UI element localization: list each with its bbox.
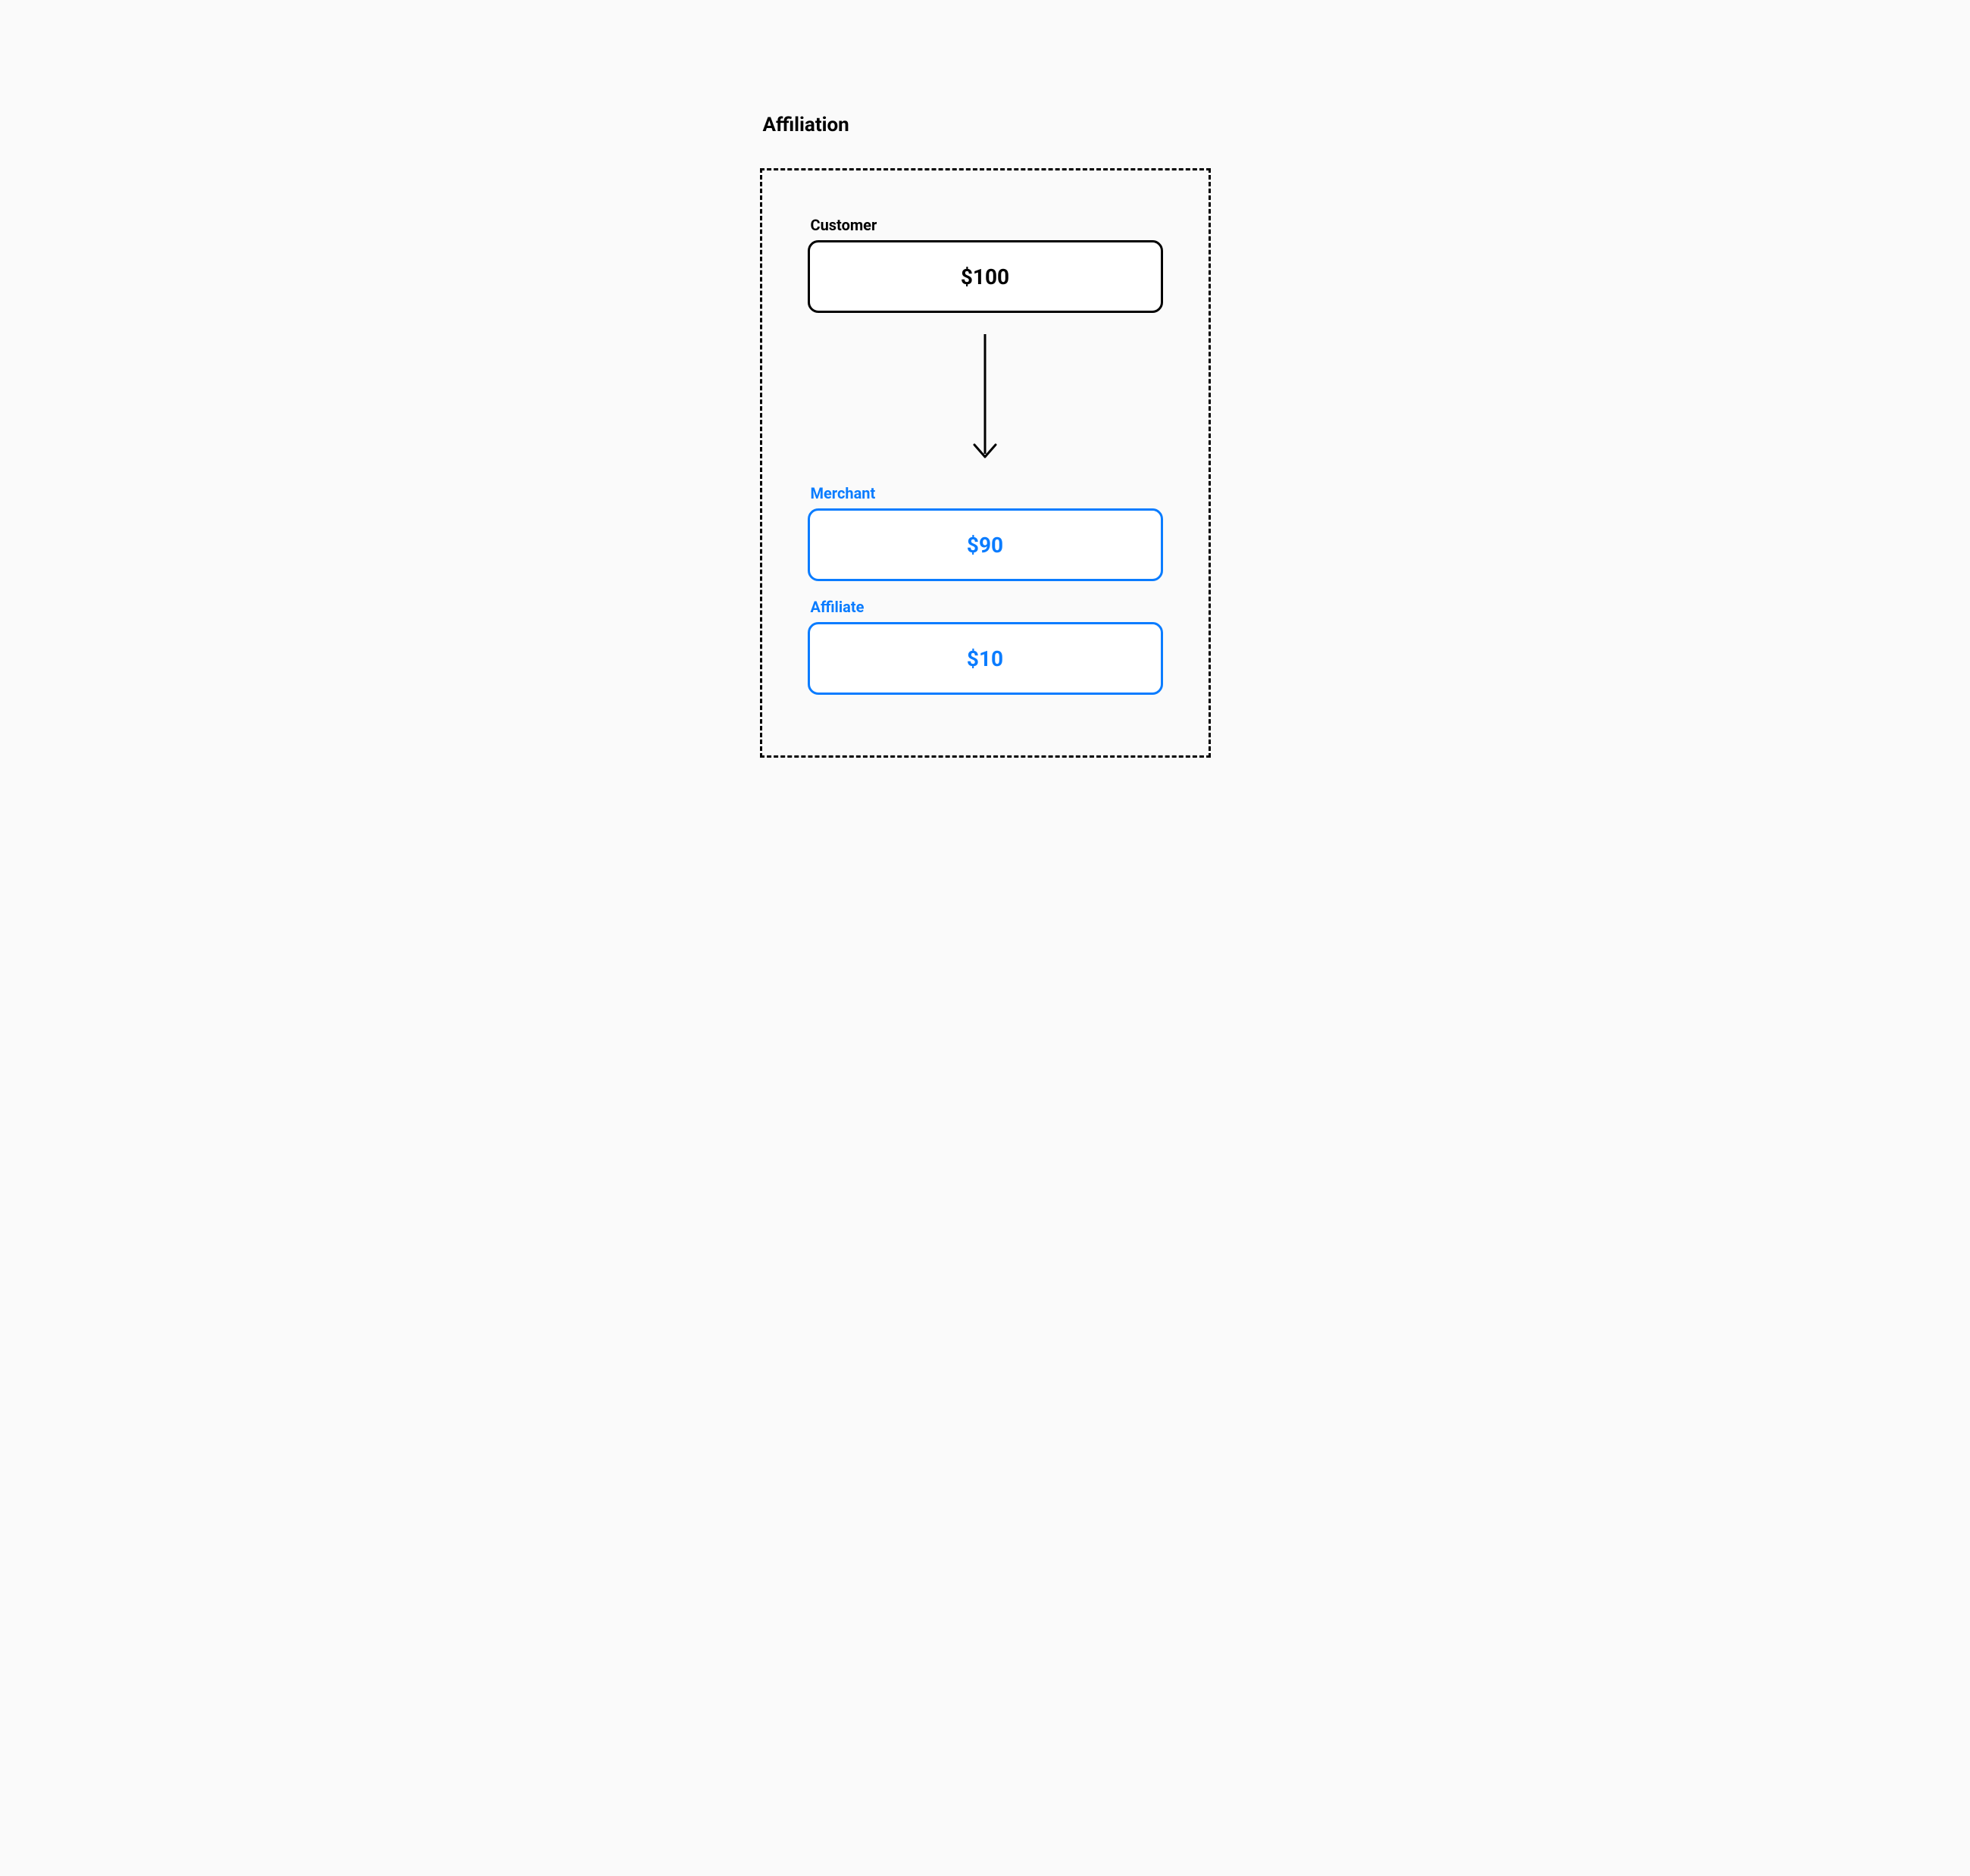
affiliate-amount: $10 xyxy=(967,646,1003,671)
merchant-amount-box: $90 xyxy=(808,508,1163,581)
spacer xyxy=(808,581,1163,598)
affiliate-label: Affiliate xyxy=(808,598,1163,616)
down-arrow-icon xyxy=(970,334,1000,463)
diagram-title: Affiliation xyxy=(760,114,1211,136)
affiliate-amount-box: $10 xyxy=(808,622,1163,695)
flow-arrow-wrapper xyxy=(808,313,1163,484)
merchant-label: Merchant xyxy=(808,484,1163,502)
affiliation-container: Customer $100 Merchant $90 Affiliate $10 xyxy=(760,168,1211,758)
diagram-canvas: Affiliation Customer $100 Merchant $90 A… xyxy=(576,30,1394,1846)
customer-amount: $100 xyxy=(961,264,1009,289)
merchant-amount: $90 xyxy=(967,533,1003,558)
customer-amount-box: $100 xyxy=(808,240,1163,313)
customer-label: Customer xyxy=(808,216,1163,234)
